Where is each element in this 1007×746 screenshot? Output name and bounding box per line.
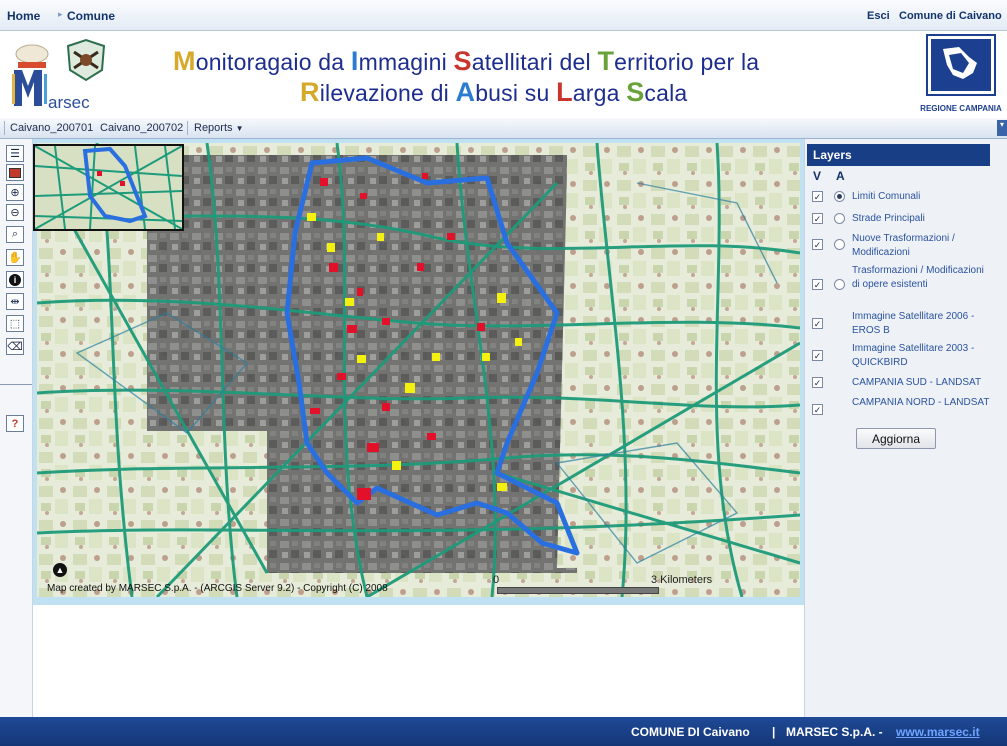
layer-name: Limiti Comunali	[852, 191, 921, 202]
layer-active-radio[interactable]	[834, 279, 845, 290]
layer-visible-checkbox[interactable]: ✓	[812, 377, 823, 388]
banner-title-line-2: Rilevazione di Abusi su Larga Scala	[300, 77, 688, 107]
layer-visible-checkbox[interactable]: ✓	[812, 239, 823, 250]
layer-visible-checkbox[interactable]: ✓	[812, 213, 823, 224]
toolbar-corner-icon[interactable]: ▾	[997, 120, 1007, 136]
measure-icon[interactable]: ⇹	[6, 293, 24, 310]
home-link[interactable]: Home	[7, 9, 40, 23]
layer-active-radio[interactable]	[834, 191, 845, 202]
layer-active-radio[interactable]	[834, 213, 845, 224]
layer-name: CAMPANIA NORD - LANDSAT	[852, 397, 990, 408]
north-arrow-icon: ▲	[53, 563, 67, 577]
full-extent-icon[interactable]: ⌕	[6, 226, 24, 243]
map-toolbar: Caivano_200701 Caivano_200702 Reports ▼ …	[0, 118, 1007, 139]
zoom-out-icon[interactable]: ⊖	[6, 204, 24, 221]
toolbar-separator	[4, 121, 5, 135]
top-navigation: Home ▸ Comune Esci Comune di Caivano	[0, 0, 1007, 31]
layer-name: Strade Principali	[852, 213, 925, 224]
visible-column-header: V	[813, 169, 822, 183]
map-tab-caivano-200701[interactable]: Caivano_200701	[10, 122, 93, 134]
identify-icon[interactable]: i	[6, 271, 24, 288]
scale-start-label: 0	[493, 574, 500, 586]
aggiorna-button[interactable]: Aggiorna	[856, 428, 936, 449]
scale-end-label: 3 Kilometers	[651, 574, 713, 586]
reports-menu[interactable]: Reports ▼	[194, 122, 244, 134]
footer-marsec-link[interactable]: www.marsec.it	[896, 725, 980, 739]
active-column-header: A	[836, 169, 845, 183]
table-of-contents-icon[interactable]: ☰	[6, 145, 24, 162]
layers-panel-title: Layers	[807, 144, 990, 166]
regione-campania-logo: REGIONE CAMPANIA	[919, 33, 1003, 113]
layers-panel: Layers V A ✓ Limiti Comunali ✓ Strade Pr…	[804, 139, 1007, 717]
pan-hand-icon[interactable]: ✋	[6, 249, 24, 266]
layer-visible-checkbox[interactable]: ✓	[812, 350, 823, 361]
chevron-down-icon: ▼	[235, 124, 244, 133]
page-footer: COMUNE DI Caivano | MARSEC S.p.A. - www.…	[0, 717, 1007, 746]
layer-name: Nuove Trasformazioni / Modificazioni	[852, 233, 955, 258]
select-icon[interactable]: ⬚	[6, 315, 24, 332]
layer-name: CAMPANIA SUD - LANDSAT	[852, 377, 982, 388]
map-tools-sidebar: ☰ ⊕ ⊖ ⌕ ✋ i ⇹ ⬚ ⌫ ?	[0, 139, 33, 717]
layer-name: Immagine Satellitare 2006 - EROS B	[852, 311, 975, 336]
map-tab-caivano-200702[interactable]: Caivano_200702	[100, 122, 183, 134]
scale-bar	[497, 587, 659, 594]
eraser-icon[interactable]: ⌫	[6, 338, 24, 355]
map-copyright: Map created by MARSEC S.p.A. - (ARCGIS S…	[47, 583, 388, 594]
overview-map-image	[35, 146, 182, 229]
svg-text:arsec: arsec	[48, 93, 90, 112]
comune-link[interactable]: Comune	[67, 9, 115, 23]
logout-link[interactable]: Esci	[867, 10, 890, 22]
toolbar-separator	[187, 121, 188, 135]
layer-visible-checkbox[interactable]: ✓	[812, 404, 823, 415]
layer-name: Trasformazioni / Modificazioni di opere …	[852, 265, 984, 290]
overview-map[interactable]	[33, 144, 184, 231]
layer-visible-checkbox[interactable]: ✓	[812, 191, 823, 202]
layer-visible-checkbox[interactable]: ✓	[812, 318, 823, 329]
layer-visible-checkbox[interactable]: ✓	[812, 279, 823, 290]
footer-separator: |	[772, 725, 776, 739]
header-banner: arsec Monitoragaio da Immagini Satellita…	[0, 31, 1007, 117]
marsec-logo: arsec	[12, 38, 106, 112]
banner-title-line-1: Monitoragaio da Immagini Satellitari del…	[173, 46, 760, 76]
help-icon[interactable]: ?	[6, 415, 24, 432]
comune-name-link[interactable]: Comune di Caivano	[899, 10, 1002, 22]
footer-marsec: MARSEC S.p.A. -	[786, 725, 883, 739]
reports-label: Reports	[194, 122, 233, 134]
layer-active-radio[interactable]	[834, 239, 845, 250]
regione-campania-text: REGIONE CAMPANIA	[920, 104, 1002, 113]
zoom-in-icon[interactable]: ⊕	[6, 184, 24, 201]
footer-comune: COMUNE DI Caivano	[631, 725, 750, 739]
layer-name: Immagine Satellitare 2003 - QUICKBIRD	[852, 343, 975, 368]
overview-map-icon[interactable]	[6, 164, 24, 181]
breadcrumb-arrow-icon: ▸	[58, 9, 63, 19]
tools-divider	[0, 384, 32, 385]
